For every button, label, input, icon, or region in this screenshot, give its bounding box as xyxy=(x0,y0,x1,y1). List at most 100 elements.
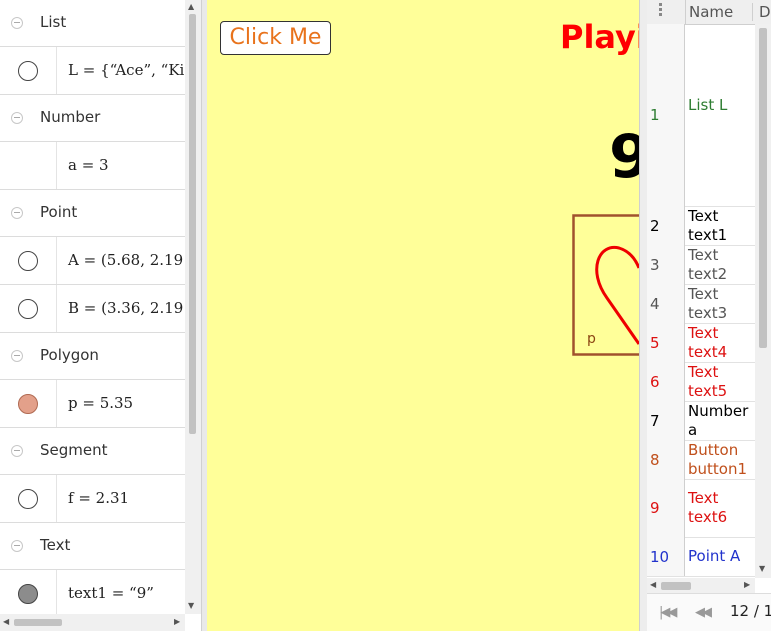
algebra-group-header[interactable]: Number xyxy=(0,95,185,142)
scroll-right-arrow-icon[interactable]: ▶ xyxy=(174,617,180,626)
spreadsheet-cell[interactable]: Text text2 xyxy=(688,246,727,284)
spreadsheet-scroll-thumb[interactable] xyxy=(759,28,767,348)
algebra-view: List L = {“Ace”, “Ki Number a = 3 Point A = (… xyxy=(0,0,207,631)
row-number-cell[interactable]: 2 xyxy=(647,206,685,245)
row-number-cell[interactable]: 3 xyxy=(647,245,685,284)
visibility-toggle-icon[interactable] xyxy=(18,584,38,604)
row-number: 1 xyxy=(650,106,660,124)
algebra-expression[interactable]: B = (3.36, 2.19 xyxy=(68,299,183,317)
row-number-cell[interactable]: 10 xyxy=(647,537,685,576)
spreadsheet-view: Name D 1 List L 2 Text text1 3 Text text2 4 Tex… xyxy=(647,0,771,631)
visibility-toggle-icon[interactable] xyxy=(18,489,38,509)
spreadsheet-menu-handle[interactable] xyxy=(647,0,686,24)
spreadsheet-row[interactable]: 9 Text text6 xyxy=(647,479,757,538)
scroll-down-arrow-icon[interactable]: ▼ xyxy=(188,601,194,610)
scroll-down-arrow-icon[interactable]: ▼ xyxy=(759,564,765,573)
algebra-group-header[interactable]: Polygon xyxy=(0,333,185,380)
spreadsheet-cell[interactable]: Point A xyxy=(688,547,740,566)
row-number-cell[interactable]: 6 xyxy=(647,362,685,401)
algebra-expression[interactable]: A = (5.68, 2.19 xyxy=(68,251,183,269)
spreadsheet-cell[interactable]: Text text1 xyxy=(688,207,727,245)
spreadsheet-row[interactable]: 5 Text text4 xyxy=(647,323,757,363)
algebra-row[interactable]: p = 5.35 xyxy=(0,380,185,428)
spreadsheet-vertical-scrollbar[interactable]: ▼ xyxy=(755,24,771,578)
spreadsheet-row[interactable]: 10 Point A xyxy=(647,537,757,577)
algebra-group-header[interactable]: Point xyxy=(0,190,185,237)
algebra-hscroll-thumb[interactable] xyxy=(14,619,62,626)
spreadsheet-horizontal-scrollbar[interactable]: ◀ ▶ xyxy=(647,578,755,593)
algebra-group-title: Text xyxy=(40,536,71,554)
spreadsheet-row[interactable]: 6 Text text5 xyxy=(647,362,757,402)
row-number: 7 xyxy=(650,412,660,430)
spreadsheet-row[interactable]: 1 List L xyxy=(647,24,757,207)
spreadsheet-hscroll-thumb[interactable] xyxy=(661,582,691,590)
spreadsheet-navigation-bar: |◀◀ ◀◀ 12 / 1 xyxy=(647,593,771,631)
spreadsheet-row[interactable]: 8 Button button1 xyxy=(647,440,757,480)
visibility-toggle-icon[interactable] xyxy=(18,299,38,319)
algebra-group-header[interactable]: Text xyxy=(0,523,185,570)
scroll-right-arrow-icon[interactable]: ▶ xyxy=(744,580,750,589)
spreadsheet-cell[interactable]: Button button1 xyxy=(688,441,747,479)
algebra-group-header[interactable]: Segment xyxy=(0,428,185,475)
spreadsheet-cell[interactable]: List L xyxy=(688,96,727,115)
algebra-vertical-scrollbar[interactable]: ▲ ▼ xyxy=(185,0,201,614)
spreadsheet-row[interactable]: 4 Text text3 xyxy=(647,284,757,324)
algebra-row[interactable]: L = {“Ace”, “Ki xyxy=(0,47,185,95)
card-number-text[interactable]: 9 xyxy=(609,122,639,192)
column-header-d[interactable]: D xyxy=(752,3,771,21)
row-number: 3 xyxy=(650,256,660,274)
spreadsheet-cell[interactable]: Text text5 xyxy=(688,363,727,401)
row-number-cell[interactable]: 7 xyxy=(647,401,685,440)
algebra-expression[interactable]: f = 2.31 xyxy=(68,489,129,507)
collapse-minus-icon[interactable] xyxy=(11,207,23,219)
collapse-minus-icon[interactable] xyxy=(11,540,23,552)
algebra-row[interactable]: a = 3 xyxy=(0,142,185,190)
algebra-expression[interactable]: a = 3 xyxy=(68,156,109,174)
previous-page-icon[interactable]: ◀◀ xyxy=(695,605,712,620)
row-number-cell[interactable]: 1 xyxy=(647,24,685,206)
algebra-row[interactable]: A = (5.68, 2.19 xyxy=(0,237,185,285)
algebra-expression[interactable]: text1 = “9” xyxy=(68,584,154,602)
visibility-toggle-icon[interactable] xyxy=(18,251,38,271)
algebra-row[interactable]: text1 = “9” xyxy=(0,570,185,618)
column-header-name[interactable]: Name xyxy=(689,3,733,21)
algebra-expression[interactable]: L = {“Ace”, “Ki xyxy=(68,61,184,79)
collapse-minus-icon[interactable] xyxy=(11,445,23,457)
collapse-minus-icon[interactable] xyxy=(11,112,23,124)
first-page-icon[interactable]: |◀◀ xyxy=(659,605,677,620)
polygon-label: p xyxy=(587,331,596,347)
heart-icon[interactable] xyxy=(595,245,639,345)
playing-cards-title[interactable]: Playi xyxy=(560,18,639,56)
collapse-minus-icon[interactable] xyxy=(11,350,23,362)
card-polygon[interactable]: p xyxy=(567,208,639,358)
algebra-horizontal-scrollbar[interactable]: ◀ ▶ xyxy=(0,614,185,631)
scroll-left-arrow-icon[interactable]: ◀ xyxy=(650,580,656,589)
spreadsheet-row[interactable]: 7 Number a xyxy=(647,401,757,441)
more-vertical-icon[interactable] xyxy=(659,3,662,6)
row-number-cell[interactable]: 9 xyxy=(647,479,685,537)
algebra-group-header[interactable]: List xyxy=(0,0,185,47)
algebra-row[interactable]: f = 2.31 xyxy=(0,475,185,523)
spreadsheet-cell[interactable]: Text text4 xyxy=(688,324,727,362)
algebra-group-title: Polygon xyxy=(40,346,99,364)
spreadsheet-cell[interactable]: Text text3 xyxy=(688,285,727,323)
row-number-cell[interactable]: 8 xyxy=(647,440,685,479)
visibility-toggle-icon[interactable] xyxy=(18,394,38,414)
polygon-p-outline[interactable] xyxy=(572,214,640,356)
scroll-up-arrow-icon[interactable]: ▲ xyxy=(188,2,194,11)
click-me-button[interactable]: Click Me xyxy=(220,21,331,55)
scroll-left-arrow-icon[interactable]: ◀ xyxy=(3,617,9,626)
row-number-cell[interactable]: 4 xyxy=(647,284,685,323)
algebra-group-title: List xyxy=(40,13,67,31)
visibility-toggle-icon[interactable] xyxy=(18,61,38,81)
algebra-scroll-thumb[interactable] xyxy=(189,14,196,434)
spreadsheet-cell[interactable]: Number a xyxy=(688,402,748,440)
spreadsheet-row[interactable]: 3 Text text2 xyxy=(647,245,757,285)
collapse-minus-icon[interactable] xyxy=(11,17,23,29)
graphics-view[interactable]: Click Me Playi 9 p xyxy=(207,0,639,631)
row-number-cell[interactable]: 5 xyxy=(647,323,685,362)
spreadsheet-cell[interactable]: Text text6 xyxy=(688,489,727,527)
spreadsheet-row[interactable]: 2 Text text1 xyxy=(647,206,757,246)
algebra-expression[interactable]: p = 5.35 xyxy=(68,394,133,412)
algebra-row[interactable]: B = (3.36, 2.19 xyxy=(0,285,185,333)
